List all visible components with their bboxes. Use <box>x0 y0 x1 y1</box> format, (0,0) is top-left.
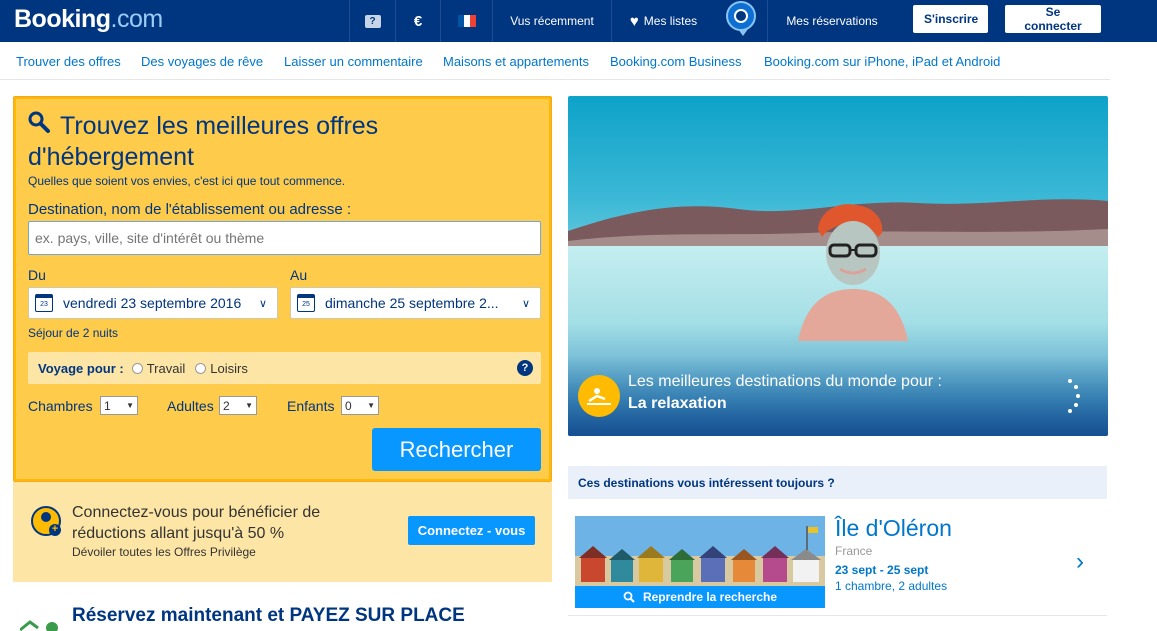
dropdown-arrow-icon: ▼ <box>126 401 134 410</box>
search-icon <box>623 591 635 603</box>
dropdown-arrow-icon: ▼ <box>367 401 375 410</box>
adults-label: Adultes <box>167 398 214 414</box>
checkout-date-value: dimanche 25 septembre 2... <box>325 295 499 311</box>
adults-value: 2 <box>223 398 230 413</box>
checkin-date-value: vendredi 23 septembre 2016 <box>63 295 242 311</box>
member-deals-subtext: Dévoiler toutes les Offres Privilège <box>72 545 256 559</box>
trip-purpose-bar: Voyage pour : Travail Loisirs ? <box>28 352 541 384</box>
nav-homes-apartments[interactable]: Maisons et appartements <box>443 54 589 69</box>
children-value: 0 <box>345 398 352 413</box>
nav-dream-trips[interactable]: Des voyages de rêve <box>141 54 263 69</box>
adults-select[interactable]: 2 ▼ <box>219 396 257 415</box>
wishlists-link[interactable]: ♥ Mes listes <box>611 0 715 42</box>
resume-search-button[interactable]: Reprendre la recherche <box>575 586 825 608</box>
trip-leisure-label[interactable]: Loisirs <box>210 361 248 376</box>
nav-find-deals[interactable]: Trouver des offres <box>16 54 121 69</box>
language-button[interactable] <box>440 0 492 42</box>
trip-work-label[interactable]: Travail <box>147 361 186 376</box>
help-icon: ? <box>364 14 381 28</box>
chevron-down-icon: ∨ <box>258 297 267 310</box>
top-header: Booking.com ? € Vus récemment ♥ Mes list… <box>0 0 1157 42</box>
chevron-right-icon[interactable]: › <box>1076 548 1084 576</box>
calendar-icon: 23 <box>35 294 53 312</box>
chat-pin-button[interactable] <box>715 0 767 42</box>
trip-purpose-label: Voyage pour : <box>38 360 124 376</box>
recently-viewed-link[interactable]: Vus récemment <box>492 0 611 42</box>
hero-title: Les meilleures destinations du monde pou… <box>628 373 942 390</box>
signup-button[interactable]: S'inscrire <box>913 5 988 33</box>
nav-business[interactable]: Booking.com Business <box>610 54 742 69</box>
destination-country: France <box>835 544 873 558</box>
recent-searches-heading: Ces destinations vous intéressent toujou… <box>568 466 1107 499</box>
nav-mobile-apps[interactable]: Booking.com sur iPhone, iPad et Android <box>764 54 1000 69</box>
pay-at-property-icon <box>20 620 58 631</box>
member-deals-banner: Connectez-vous pour bénéficier de réduct… <box>13 482 552 582</box>
loading-spinner-icon <box>1068 379 1080 413</box>
destination-dates: 23 sept - 25 sept <box>835 563 929 577</box>
destination-input[interactable] <box>28 221 541 255</box>
children-label: Enfants <box>287 398 335 414</box>
reservations-link[interactable]: Mes réservations <box>767 0 896 42</box>
recent-search-card[interactable]: Reprendre la recherche Île d'Oléron Fran… <box>568 506 1107 616</box>
nav-write-review[interactable]: Laisser un commentaire <box>284 54 423 69</box>
search-submit-button[interactable]: Rechercher <box>372 428 541 471</box>
trip-work-radio[interactable] <box>131 362 143 374</box>
france-flag-icon <box>457 15 476 27</box>
checkout-label: Au <box>290 267 308 283</box>
hero-person-image <box>798 204 908 341</box>
reservations-label: Mes réservations <box>786 14 878 28</box>
heart-icon: ♥ <box>629 12 639 30</box>
destination-label: Destination, nom de l'établissement ou a… <box>28 201 352 218</box>
member-add-icon <box>31 506 61 536</box>
children-select[interactable]: 0 ▼ <box>341 396 379 415</box>
search-panel: Trouvez les meilleures offres d'hébergem… <box>13 96 552 482</box>
pay-at-property-heading: Réservez maintenant et PAYEZ SUR PLACE <box>72 605 465 626</box>
destination-rooms: 1 chambre, 2 adultes <box>835 579 948 593</box>
rooms-label: Chambres <box>28 398 93 414</box>
hero-theme: La relaxation <box>628 395 727 412</box>
chat-pin-icon <box>726 1 756 36</box>
logo-text: Booking <box>14 5 111 33</box>
relaxation-icon <box>578 375 620 417</box>
dropdown-arrow-icon: ▼ <box>245 401 253 410</box>
resume-search-label: Reprendre la recherche <box>642 590 778 604</box>
search-subtitle: Quelles que soient vos envies, c'est ici… <box>28 174 346 188</box>
logo-com: com <box>116 5 163 33</box>
destination-name-link[interactable]: Île d'Oléron <box>835 515 952 542</box>
currency-button[interactable]: € <box>395 0 440 42</box>
nights-count: Séjour de 2 nuits <box>28 326 119 340</box>
help-question-icon[interactable]: ? <box>517 360 533 376</box>
rooms-select[interactable]: 1 ▼ <box>100 396 138 415</box>
secondary-nav: Trouver des offres Des voyages de rêve L… <box>0 42 1110 80</box>
rooms-value: 1 <box>104 398 111 413</box>
checkin-date-picker[interactable]: 23 vendredi 23 septembre 2016 ∨ <box>28 287 278 319</box>
connect-button[interactable]: Connectez - vous <box>408 516 535 545</box>
search-panel-body: Trouvez les meilleures offres d'hébergem… <box>14 97 551 481</box>
booking-logo[interactable]: Booking.com <box>14 5 163 34</box>
currency-symbol: € <box>413 12 423 30</box>
recently-viewed-label: Vus récemment <box>510 14 594 28</box>
search-title: Trouvez les meilleures offres d'hébergem… <box>28 112 379 171</box>
hero-banner[interactable]: Les meilleures destinations du monde pou… <box>568 96 1108 436</box>
calendar-icon: 25 <box>297 294 315 312</box>
help-button[interactable]: ? <box>349 0 395 42</box>
member-deals-text: Connectez-vous pour bénéficier de réduct… <box>72 504 321 542</box>
trip-leisure-radio[interactable] <box>195 362 207 374</box>
checkin-label: Du <box>28 267 46 283</box>
chevron-down-icon: ∨ <box>521 297 530 310</box>
signin-button[interactable]: Se connecter <box>1005 5 1101 33</box>
wishlists-label: Mes listes <box>643 14 698 28</box>
checkout-date-picker[interactable]: 25 dimanche 25 septembre 2... ∨ <box>290 287 541 319</box>
